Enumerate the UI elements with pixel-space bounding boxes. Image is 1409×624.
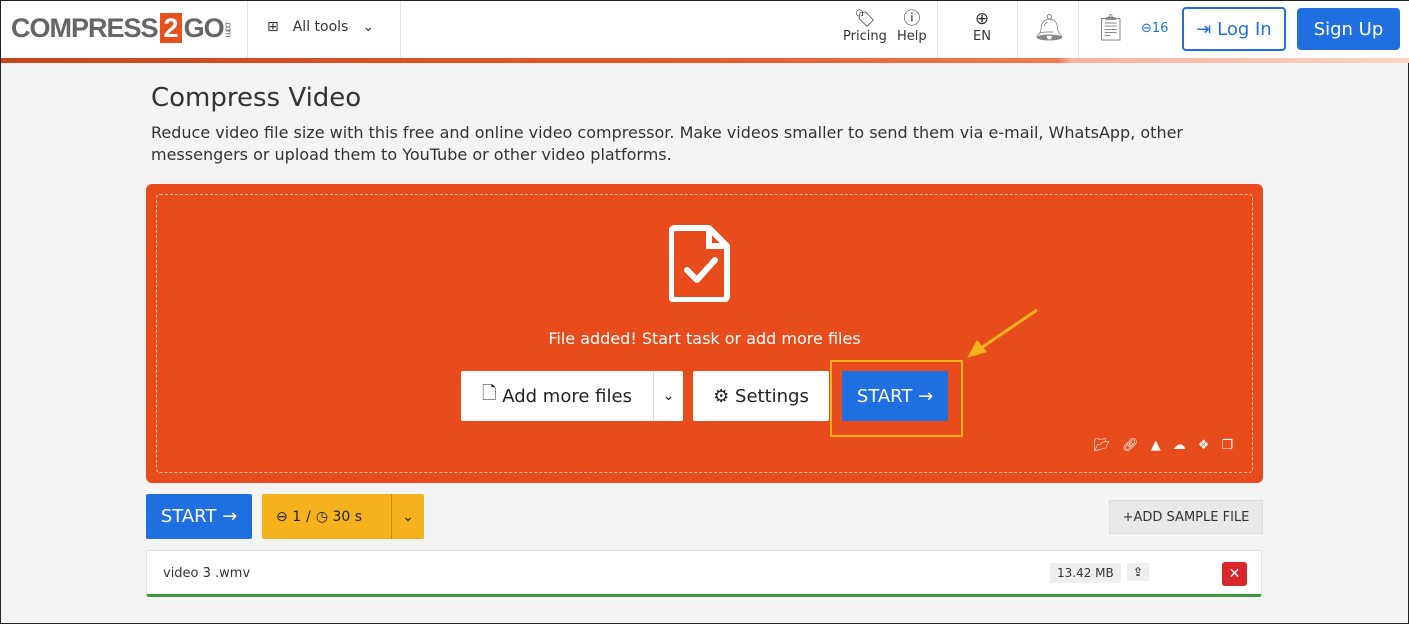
tag-icon: 🏷︎ (843, 9, 887, 29)
add-more-label: Add more files (502, 386, 632, 407)
annotation-arrow-icon (961, 304, 1041, 364)
clipboard-icon[interactable]: ❐ (1221, 438, 1233, 453)
login-label: Log In (1217, 19, 1272, 40)
page-description: Reduce video file size with this free an… (151, 122, 1231, 166)
upload-dropzone[interactable]: File added! Start task or add more files… (146, 184, 1263, 483)
globe-icon: ⊕ (973, 9, 991, 29)
all-tools-label: All tools (293, 19, 349, 35)
logo-text-go: GO (184, 13, 224, 43)
separator: / (306, 509, 311, 525)
chevron-down-icon: ⌄ (362, 19, 374, 35)
clipboard-clock-icon[interactable]: 📋︎ (1094, 13, 1127, 43)
header: COMPRESS2GO.com ⊞ All tools ⌄ 🏷︎Pricing ⓘH… (1, 1, 1409, 59)
plus-icon: + (1123, 510, 1134, 525)
arrow-right-icon: → (216, 506, 237, 527)
google-drive-icon[interactable]: ▲ (1151, 438, 1161, 453)
coin-icon: ⊖ (1141, 21, 1152, 36)
divider (1078, 1, 1079, 58)
credit-cost: 1 (292, 509, 301, 525)
gears-icon: ⚙ (713, 386, 735, 407)
divider (937, 1, 938, 58)
login-button[interactable]: ⇥ Log In (1182, 7, 1286, 51)
cloud-sources: 📂︎ 🔗︎ ▲ ☁ ❖ ❐ (1094, 438, 1233, 453)
settings-label: Settings (735, 386, 809, 407)
time-estimate: 30 s (333, 509, 363, 525)
logo-tld: .com (224, 21, 234, 37)
file-name: video 3 .wmv (163, 566, 250, 581)
credits-value: 16 (1152, 21, 1169, 36)
pricing-label: Pricing (843, 29, 887, 44)
login-icon: ⇥ (1196, 19, 1217, 40)
upload-icon[interactable]: ⇪ (1127, 563, 1149, 581)
dropbox-icon[interactable]: ❖ (1198, 438, 1210, 453)
logo-number: 2 (160, 13, 182, 43)
clock-icon: ◷ (316, 509, 333, 525)
link-icon[interactable]: 🔗︎ (1122, 438, 1139, 453)
delete-file-button[interactable]: ✕ (1222, 562, 1247, 586)
pricing-link[interactable]: 🏷︎Pricing (843, 9, 887, 44)
add-more-files-button[interactable]: 🗋 Add more files ⌄ (461, 371, 683, 421)
credits-time-dropdown[interactable]: ⊖ 1 / ◷ 30 s ⌄ (262, 494, 424, 539)
help-label: Help (897, 29, 927, 44)
highlight-box (830, 360, 963, 437)
chevron-down-icon[interactable]: ⌄ (653, 371, 683, 421)
divider (1017, 1, 1018, 58)
question-icon: ⓘ (897, 9, 927, 29)
file-row: video 3 .wmv 13.42 MB ⇪ ✕ (146, 550, 1262, 597)
grid-icon: ⊞ (267, 19, 279, 35)
language-selector[interactable]: ⊕EN (973, 9, 991, 44)
folder-icon[interactable]: 📂︎ (1094, 438, 1111, 453)
logo-text: COMPRESS (11, 13, 158, 43)
settings-button[interactable]: ⚙ Settings (693, 371, 829, 421)
add-sample-file-button[interactable]: +ADD SAMPLE FILE (1109, 500, 1263, 534)
upload-message: File added! Start task or add more files (146, 329, 1263, 348)
start-button-secondary[interactable]: START → (146, 494, 252, 539)
chevron-down-icon[interactable]: ⌄ (391, 494, 424, 539)
logo[interactable]: COMPRESS2GO.com (11, 13, 234, 44)
signup-button[interactable]: Sign Up (1297, 8, 1400, 50)
help-link[interactable]: ⓘHelp (897, 9, 927, 44)
page-title: Compress Video (151, 83, 361, 113)
file-size: 13.42 MB (1050, 563, 1121, 583)
onedrive-icon[interactable]: ☁ (1173, 438, 1186, 453)
credits-count[interactable]: ⊖16 (1141, 21, 1168, 36)
start-label: START (161, 506, 217, 527)
divider (400, 1, 401, 58)
add-sample-label: ADD SAMPLE FILE (1134, 510, 1250, 525)
header-stripe (1, 58, 1409, 63)
file-check-icon (669, 224, 733, 302)
file-plus-icon: 🗋 (482, 381, 502, 411)
divider (247, 1, 248, 58)
coin-icon: ⊖ (276, 509, 292, 525)
all-tools-menu[interactable]: ⊞ All tools ⌄ (267, 19, 374, 35)
bell-icon[interactable]: 🔔︎ (1033, 13, 1066, 43)
language-label: EN (973, 29, 991, 44)
